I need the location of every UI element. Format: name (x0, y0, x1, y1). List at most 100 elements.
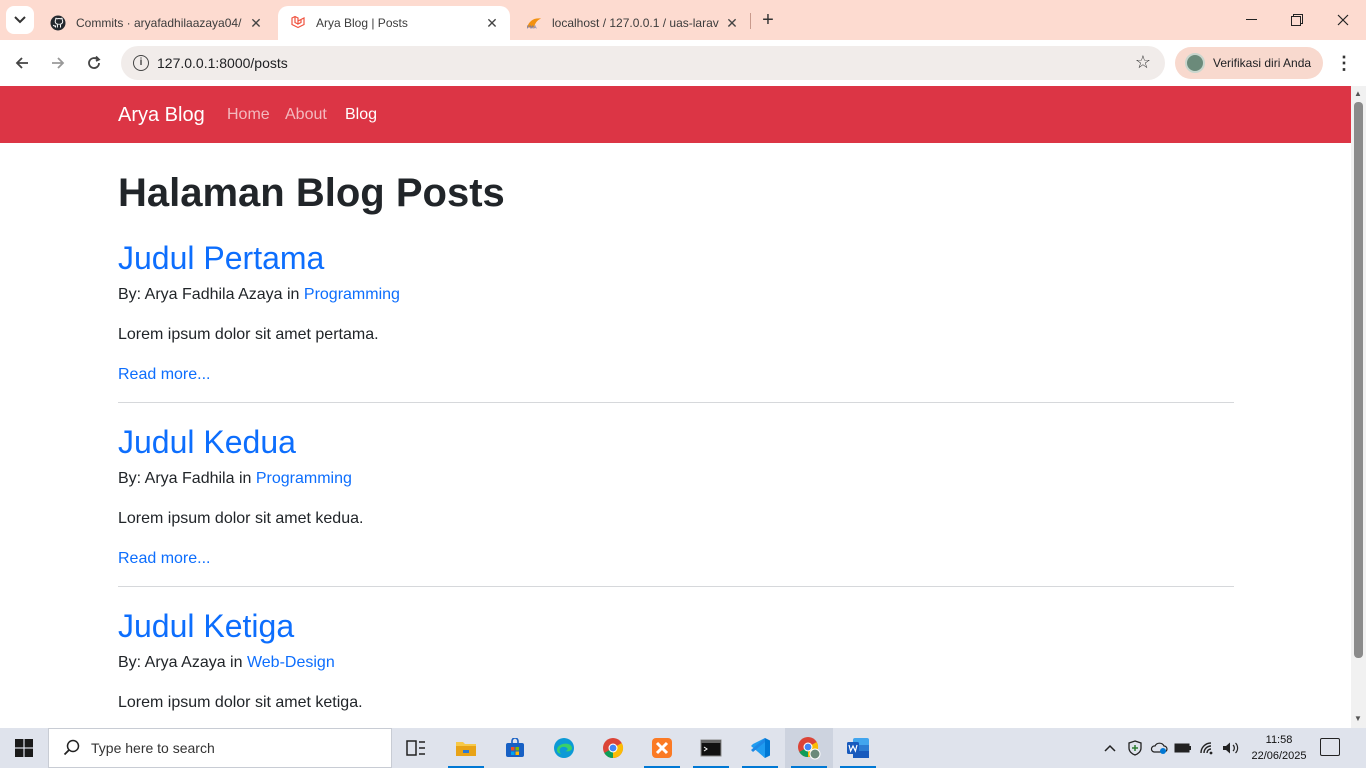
onedrive-tray-icon[interactable] (1148, 728, 1170, 768)
chrome-icon (603, 738, 624, 759)
page-title: Halaman Blog Posts (118, 171, 505, 215)
browser-menu-icon[interactable]: ⋮ (1334, 52, 1354, 74)
notification-icon[interactable] (1320, 738, 1340, 756)
profile-chip[interactable]: Verifikasi diri Anda (1175, 47, 1323, 79)
taskbar-word[interactable] (834, 728, 882, 768)
restore-icon (1291, 14, 1303, 26)
clock-date: 22/06/2025 (1251, 750, 1307, 762)
scroll-up-icon[interactable]: ▲ (1354, 89, 1362, 98)
reload-button[interactable] (82, 51, 106, 75)
post-divider (118, 402, 1234, 403)
post-title-link[interactable]: Judul Kedua (118, 424, 296, 461)
tab-phpmyadmin[interactable]: PMA localhost / 127.0.0.1 / uas-larav ✕ (514, 6, 750, 40)
wifi-icon (1200, 742, 1213, 755)
tab-title: Arya Blog | Posts (316, 16, 408, 30)
post-title-link[interactable]: Judul Pertama (118, 240, 324, 277)
minimize-icon (1245, 19, 1257, 20)
close-icon[interactable]: ✕ (248, 15, 264, 32)
search-icon (63, 739, 81, 757)
minimize-button[interactable] (1228, 0, 1274, 40)
taskbar-clock[interactable]: 11:58 22/06/2025 (1246, 732, 1312, 764)
taskbar-chrome-active[interactable] (785, 728, 833, 768)
close-window-button[interactable] (1320, 0, 1366, 40)
phpmyadmin-icon: PMA (526, 15, 542, 31)
scrollbar-thumb[interactable] (1354, 102, 1363, 658)
xampp-icon (652, 738, 672, 758)
post-category-link[interactable]: Programming (304, 286, 400, 303)
site-info-icon[interactable]: i (133, 55, 149, 71)
nav-link-blog[interactable]: Blog (345, 106, 377, 124)
windows-logo-icon (15, 739, 33, 757)
post-category-link[interactable]: Programming (256, 470, 352, 487)
forward-button[interactable] (46, 51, 70, 75)
address-bar[interactable]: i 127.0.0.1:8000/posts ☆ (121, 46, 1165, 80)
url-text: 127.0.0.1:8000/posts (157, 55, 288, 71)
post-author: By: Arya Fadhila Azaya in (118, 286, 300, 303)
scroll-down-icon[interactable]: ▼ (1354, 714, 1362, 723)
battery-tray-icon[interactable] (1172, 728, 1194, 768)
clock-time: 11:58 (1265, 734, 1293, 746)
page-viewport: Arya Blog Home About Blog Halaman Blog P… (0, 86, 1351, 728)
post-title-link[interactable]: Judul Ketiga (118, 608, 294, 645)
taskbar-edge[interactable] (540, 728, 588, 768)
new-tab-button[interactable]: + (758, 9, 778, 31)
svg-text:PMA: PMA (527, 24, 538, 29)
avatar (1185, 53, 1205, 73)
tab-title: localhost / 127.0.0.1 / uas-larav (552, 16, 719, 30)
tab-title: Commits · aryafadhilaazaya04/U (76, 16, 242, 30)
speaker-icon (1223, 742, 1239, 754)
back-button[interactable] (10, 51, 34, 75)
nav-link-about[interactable]: About (285, 106, 327, 124)
windows-taskbar: Type here to search 11:58 22/06/2025 (0, 728, 1366, 768)
tab-separator (750, 13, 751, 29)
task-view-button[interactable] (392, 728, 440, 768)
wifi-tray-icon[interactable] (1196, 728, 1218, 768)
taskbar-chrome[interactable] (589, 728, 637, 768)
post-meta: By: Arya Fadhila Azaya in Programming (118, 286, 400, 304)
task-view-icon (406, 740, 425, 756)
post-excerpt: Lorem ipsum dolor sit amet pertama. (118, 326, 379, 343)
tab-arya-blog[interactable]: Arya Blog | Posts ✕ (278, 6, 510, 40)
tab-github-commits[interactable]: Commits · aryafadhilaazaya04/U ✕ (38, 6, 274, 40)
start-button[interactable] (0, 728, 48, 768)
security-tray-icon[interactable] (1124, 728, 1146, 768)
cloud-icon (1150, 742, 1168, 754)
reload-icon (88, 55, 101, 69)
taskbar-search-box[interactable]: Type here to search (48, 728, 392, 768)
close-icon[interactable]: ✕ (724, 15, 740, 32)
arrow-right-icon (52, 57, 65, 69)
post-divider (118, 586, 1234, 587)
browser-tab-strip: Commits · aryafadhilaazaya04/U ✕ Arya Bl… (0, 0, 1366, 40)
taskbar-file-explorer[interactable] (442, 728, 490, 768)
site-navbar: Arya Blog Home About Blog (0, 86, 1351, 143)
site-brand[interactable]: Arya Blog (118, 104, 205, 127)
post-excerpt: Lorem ipsum dolor sit amet kedua. (118, 510, 364, 527)
post-excerpt: Lorem ipsum dolor sit amet ketiga. (118, 694, 363, 711)
search-placeholder: Type here to search (91, 740, 215, 756)
taskbar-xampp[interactable] (638, 728, 686, 768)
restore-button[interactable] (1274, 0, 1320, 40)
edge-icon (554, 738, 574, 758)
taskbar-terminal[interactable] (687, 728, 735, 768)
read-more-link[interactable]: Read more... (118, 550, 210, 568)
chrome-profile-icon (798, 737, 821, 760)
github-icon (50, 15, 66, 31)
post-meta: By: Arya Fadhila in Programming (118, 470, 352, 488)
close-icon (1337, 14, 1349, 26)
tab-search-button[interactable] (6, 6, 34, 34)
taskbar-microsoft-store[interactable] (491, 728, 539, 768)
close-icon[interactable]: ✕ (484, 15, 500, 32)
taskbar-vscode[interactable] (736, 728, 784, 768)
read-more-link[interactable]: Read more... (118, 366, 210, 384)
nav-link-home[interactable]: Home (227, 106, 270, 124)
page-scrollbar[interactable]: ▲ ▼ (1351, 86, 1366, 728)
bookmark-star-icon[interactable]: ☆ (1135, 52, 1151, 73)
store-icon (506, 738, 524, 757)
volume-tray-icon[interactable] (1220, 728, 1242, 768)
show-hidden-icons-button[interactable] (1100, 728, 1120, 768)
word-icon (847, 738, 869, 758)
post-author: By: Arya Azaya in (118, 654, 243, 671)
post-category-link[interactable]: Web-Design (247, 654, 335, 671)
browser-toolbar: i 127.0.0.1:8000/posts ☆ Verifikasi diri… (0, 40, 1366, 86)
vscode-icon (751, 738, 770, 758)
